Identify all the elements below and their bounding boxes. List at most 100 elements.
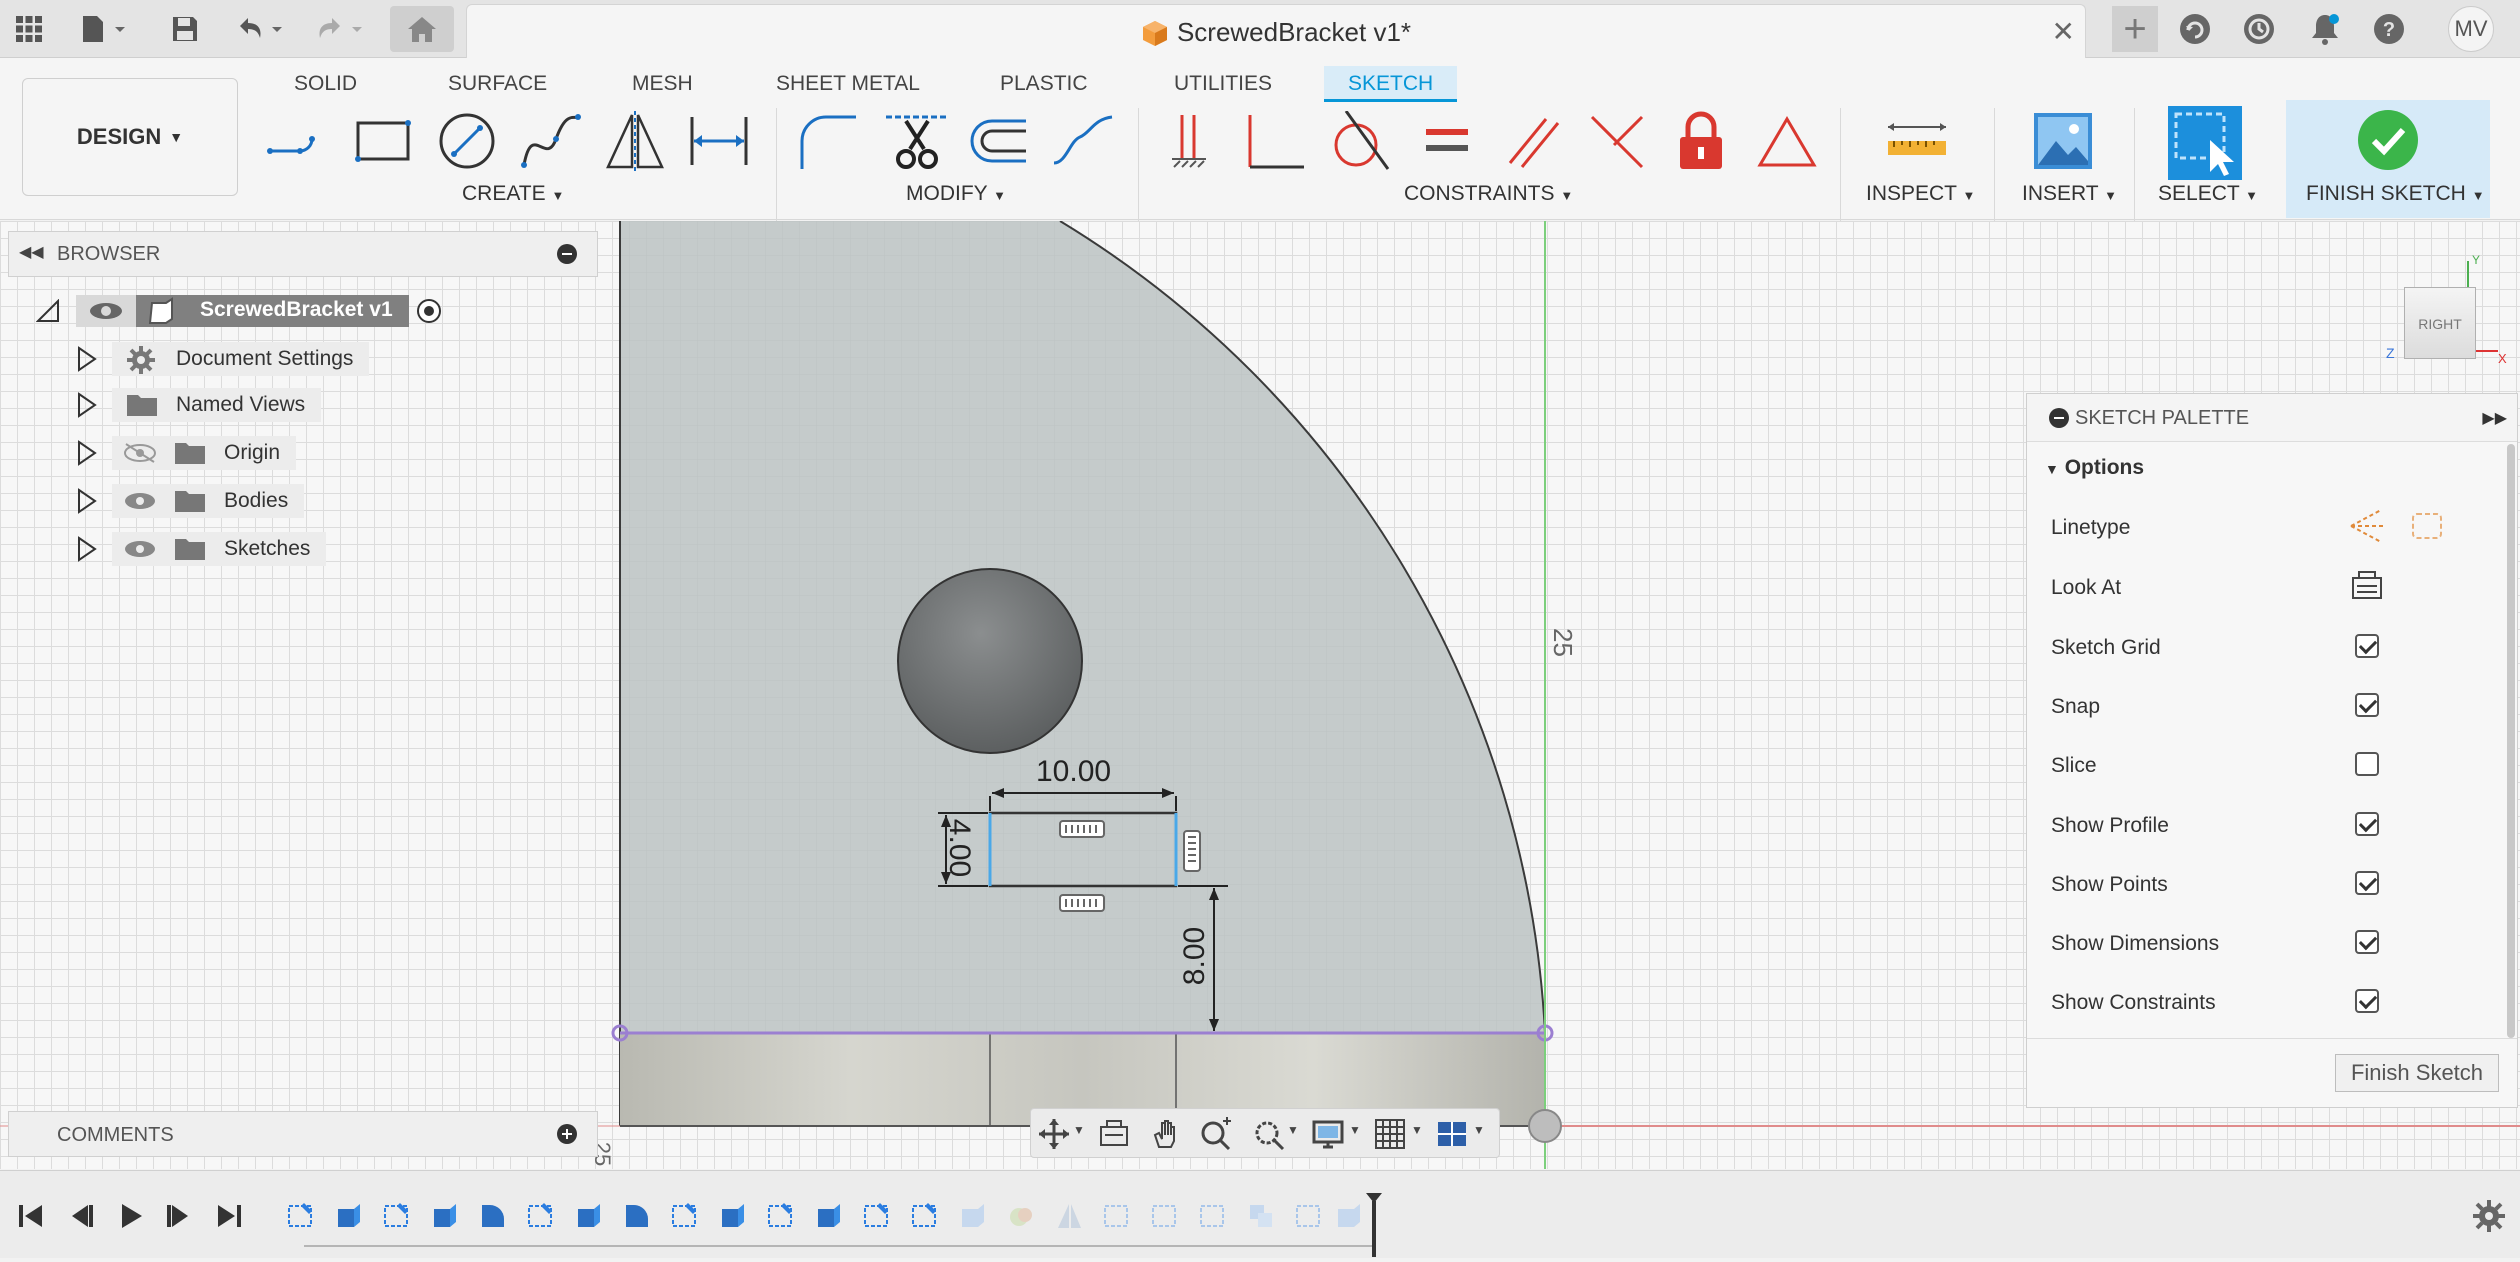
timeline-sketch-icon[interactable] (670, 1201, 700, 1231)
tab-sheet-metal[interactable]: SHEET METAL (776, 66, 920, 102)
chevron-down-icon[interactable]: ▼ (1411, 1123, 1423, 1137)
timeline-sketch-icon[interactable] (766, 1201, 796, 1231)
sketch-palette-header[interactable]: SKETCH PALETTE ▶▶ (2027, 394, 2517, 442)
select-tool-icon[interactable] (2166, 104, 2244, 182)
grid-settings-icon[interactable] (1373, 1117, 1407, 1151)
group-modify[interactable]: MODIFY ▼ (906, 182, 1006, 206)
timeline-sketch-icon[interactable] (286, 1201, 316, 1231)
group-insert[interactable]: INSERT ▼ (2022, 182, 2117, 206)
orbit-icon[interactable] (1037, 1117, 1071, 1151)
centerline-linetype-icon[interactable] (2407, 506, 2447, 546)
dimension-height-label[interactable]: 4.00 (942, 819, 976, 877)
home-icon[interactable] (390, 6, 454, 52)
show-constraints-checkbox[interactable] (2355, 989, 2379, 1013)
extensions-icon[interactable] (2176, 10, 2214, 48)
group-select[interactable]: SELECT ▼ (2158, 182, 2258, 206)
coincident-constraint-icon[interactable] (1584, 108, 1650, 174)
look-at-nav-icon[interactable] (1097, 1117, 1131, 1151)
visibility-eye-icon[interactable] (76, 295, 136, 327)
chevron-down-icon[interactable]: ▼ (1287, 1123, 1299, 1137)
collapse-panel-icon[interactable]: ◀◀ (19, 242, 44, 262)
measure-ruler-icon[interactable] (1884, 108, 1950, 174)
fillet-tool-icon[interactable] (796, 108, 862, 174)
expand-triangle-icon[interactable] (76, 392, 98, 418)
construction-linetype-icon[interactable] (2347, 506, 2387, 546)
look-at-icon[interactable] (2349, 568, 2385, 602)
timeline-suppressed-icon[interactable] (1198, 1201, 1228, 1231)
viewports-icon[interactable] (1435, 1117, 1469, 1151)
snap-checkbox[interactable] (2355, 693, 2379, 717)
finish-sketch-palette-button[interactable]: Finish Sketch (2335, 1054, 2499, 1092)
user-avatar[interactable]: MV (2448, 6, 2494, 52)
timeline-suppressed-icon[interactable] (1294, 1201, 1324, 1231)
chevron-down-icon[interactable]: ▼ (1473, 1123, 1485, 1137)
timeline-sketch-icon[interactable] (862, 1201, 892, 1231)
options-section-toggle[interactable]: ▼ Options (2045, 456, 2144, 480)
timeline-fillet-icon[interactable] (478, 1201, 508, 1231)
tab-plastic[interactable]: PLASTIC (1000, 66, 1088, 102)
minus-circle-icon[interactable] (557, 244, 577, 264)
zoom-window-icon[interactable] (1253, 1117, 1287, 1151)
visibility-eye-icon[interactable] (122, 490, 158, 512)
timeline-marker[interactable] (1364, 1191, 1384, 1257)
notifications-icon[interactable] (2306, 10, 2344, 48)
line-tool-icon[interactable] (266, 108, 332, 174)
browser-item-origin[interactable]: Origin (76, 435, 297, 471)
timeline-suppressed-icon[interactable] (1150, 1201, 1180, 1231)
timeline-sketch-icon[interactable] (910, 1201, 940, 1231)
go-to-start-icon[interactable] (16, 1201, 46, 1231)
triangle-constraint-icon[interactable] (1754, 108, 1820, 174)
browser-panel-header[interactable]: ◀◀ BROWSER (8, 231, 598, 277)
timeline-sketch-icon[interactable] (526, 1201, 556, 1231)
expand-triangle-icon[interactable] (76, 536, 98, 562)
expand-panel-icon[interactable]: ▶▶ (2482, 408, 2507, 428)
zoom-icon[interactable] (1199, 1117, 1233, 1151)
go-to-end-icon[interactable] (214, 1201, 244, 1231)
tab-mesh[interactable]: MESH (632, 66, 693, 102)
group-constraints[interactable]: CONSTRAINTS ▼ (1404, 182, 1573, 206)
visibility-eye-icon[interactable] (122, 538, 158, 560)
trim-tool-icon[interactable] (884, 108, 950, 174)
save-icon[interactable] (166, 10, 204, 48)
file-menu-icon[interactable] (76, 10, 132, 48)
timeline-settings-gear-icon[interactable] (2472, 1199, 2506, 1233)
step-forward-icon[interactable] (164, 1201, 194, 1231)
browser-item-bodies[interactable]: Bodies (76, 483, 305, 519)
expand-triangle-icon[interactable] (76, 440, 98, 466)
insert-image-icon[interactable] (2030, 108, 2096, 174)
expand-triangle-icon[interactable] (76, 488, 98, 514)
timeline-sketch-icon[interactable] (382, 1201, 412, 1231)
document-tab[interactable]: ScrewedBracket v1* ✕ (466, 4, 2086, 58)
lock-constraint-icon[interactable] (1668, 108, 1734, 174)
comments-panel-header[interactable]: COMMENTS (8, 1111, 598, 1157)
new-tab-icon[interactable]: + (2112, 6, 2158, 52)
undo-icon[interactable] (230, 10, 290, 48)
tab-solid[interactable]: SOLID (294, 66, 357, 102)
timeline-extrude-icon[interactable] (334, 1201, 364, 1231)
expand-triangle-icon[interactable] (76, 346, 98, 372)
workspace-switcher[interactable]: DESIGN ▼ (22, 78, 238, 196)
tab-surface[interactable]: SURFACE (448, 66, 547, 102)
dimension-tool-icon[interactable] (686, 108, 752, 174)
viewcube[interactable]: RIGHT Z X Y (2386, 251, 2508, 366)
expanded-triangle-icon[interactable] (36, 299, 60, 323)
group-create[interactable]: CREATE ▼ (462, 182, 564, 206)
minus-circle-icon[interactable] (2049, 408, 2069, 428)
timeline-extrude-icon[interactable] (430, 1201, 460, 1231)
timeline-suppressed-icon[interactable] (1102, 1201, 1132, 1231)
help-icon[interactable]: ? (2370, 10, 2408, 48)
chevron-down-icon[interactable]: ▼ (1073, 1123, 1085, 1137)
perpendicular-constraint-icon[interactable] (1242, 108, 1308, 174)
browser-item-document-settings[interactable]: Document Settings (76, 341, 370, 377)
timeline-suppressed-icon[interactable] (1054, 1201, 1084, 1231)
timeline-fillet-icon[interactable] (622, 1201, 652, 1231)
timeline-extrude-icon[interactable] (574, 1201, 604, 1231)
display-settings-icon[interactable] (1311, 1117, 1345, 1151)
tab-sketch[interactable]: SKETCH (1324, 66, 1458, 102)
offset-tool-icon[interactable] (966, 108, 1032, 174)
group-inspect[interactable]: INSPECT ▼ (1866, 182, 1975, 206)
browser-item-named-views[interactable]: Named Views (76, 387, 322, 423)
tangent-constraint-icon[interactable] (1326, 108, 1392, 174)
viewcube-face-right[interactable]: RIGHT (2404, 287, 2476, 359)
rectangle-tool-icon[interactable] (350, 108, 416, 174)
